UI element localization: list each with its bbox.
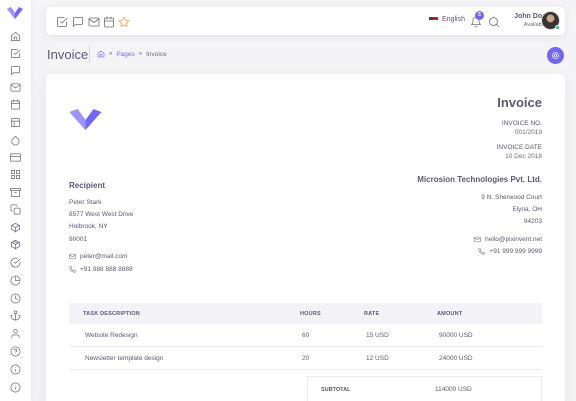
invoice-number: 001/2019 xyxy=(514,129,542,136)
settings-button[interactable] xyxy=(547,47,564,64)
mail-icon[interactable] xyxy=(9,81,21,93)
breadcrumb: » Pages » Invoice xyxy=(97,50,167,58)
sidebar xyxy=(0,0,31,401)
chat-shortcut-icon[interactable] xyxy=(72,15,84,27)
subtotal-row: SUBTOTAL 114000 USD xyxy=(307,376,542,401)
page-title: Invoice xyxy=(47,47,89,62)
subtotal-value: 114000 USD xyxy=(435,386,472,393)
message-square-icon[interactable] xyxy=(9,64,21,76)
task-amount: 90000 USD xyxy=(439,332,473,339)
phone-icon xyxy=(478,248,486,255)
task-hours: 60 xyxy=(302,332,310,339)
recipient-email-text: peter@mail.com xyxy=(80,253,128,260)
recipient-email: peter@mail.com xyxy=(69,253,127,260)
subtotal-label: SUBTOTAL xyxy=(321,387,351,393)
gear-icon xyxy=(552,52,559,59)
recipient-street: 8577 West West Drive xyxy=(69,211,134,218)
breadcrumb-divider xyxy=(89,45,90,63)
language-label: English xyxy=(442,16,465,23)
calendar-icon[interactable] xyxy=(9,98,21,110)
company-phone-text: +91 999 999 9999 xyxy=(489,248,542,255)
invoice-date-label: INVOICE DATE xyxy=(496,144,542,151)
online-status-dot xyxy=(555,25,560,30)
todo-shortcut-icon[interactable] xyxy=(56,15,68,27)
archive-icon[interactable] xyxy=(9,186,21,198)
phone-icon xyxy=(69,266,76,273)
calendar-shortcut-icon[interactable] xyxy=(103,15,115,28)
help-circle-icon[interactable] xyxy=(9,345,21,357)
task-rate: 12 USD xyxy=(366,355,389,362)
recipient-zip: 90001 xyxy=(69,236,88,243)
breadcrumb-separator-icon: » xyxy=(109,51,113,57)
clock-icon[interactable] xyxy=(9,292,21,304)
layout-icon[interactable] xyxy=(9,116,21,128)
copy-icon[interactable] xyxy=(9,203,21,215)
table-row: Website Redesign 60 15 USD 90000 USD xyxy=(69,324,542,347)
recipient-phone: +91 988 888 8888 xyxy=(69,266,133,273)
mail-shortcut-icon[interactable] xyxy=(88,15,100,27)
invoice-date: 10 Dec 2018 xyxy=(505,153,542,160)
invoice-card: Invoice INVOICE NO. 001/2019 INVOICE DAT… xyxy=(46,74,565,401)
recipient-heading: Recipient xyxy=(69,181,106,190)
info-icon[interactable] xyxy=(9,363,21,375)
company-name: Microsion Technologies Pvt. Ltd. xyxy=(417,175,542,184)
company-zip: 94203 xyxy=(523,218,542,225)
mail-icon xyxy=(69,253,76,260)
company-email-text: hello@pixinvent.net xyxy=(485,236,542,243)
company-street: 9 N. Sherwood Court xyxy=(481,194,542,201)
column-header-amount: AMOUNT xyxy=(437,311,463,317)
recipient-city: Holbrook, NY xyxy=(69,223,108,230)
task-hours: 20 xyxy=(302,355,310,362)
user-name[interactable]: John Doe xyxy=(506,13,546,20)
task-amount: 24000 USD xyxy=(439,355,473,362)
task-description: Newsletter template design xyxy=(85,355,164,362)
grid-icon[interactable] xyxy=(9,168,21,180)
brand-logo-icon[interactable] xyxy=(7,7,23,19)
mail-icon xyxy=(474,236,481,243)
breadcrumb-current: Invoice xyxy=(146,50,167,58)
task-description: Website Redesign xyxy=(85,332,138,339)
us-flag-icon xyxy=(429,16,438,23)
home-icon[interactable] xyxy=(9,30,21,42)
language-selector[interactable]: English xyxy=(429,16,465,23)
notification-badge: 5 xyxy=(475,11,484,20)
company-logo xyxy=(69,109,102,130)
star-icon[interactable] xyxy=(118,15,130,27)
column-header-task: TASK DESCRIPTION xyxy=(83,311,140,317)
pie-chart-icon[interactable] xyxy=(9,274,21,286)
credit-card-icon[interactable] xyxy=(9,151,21,163)
company-phone: +91 999 999 9999 xyxy=(478,248,542,255)
anchor-icon[interactable] xyxy=(9,309,21,321)
breadcrumb-link-pages[interactable]: Pages xyxy=(116,51,134,58)
invoice-number-label: INVOICE NO. xyxy=(501,120,542,127)
user-status: Available xyxy=(523,22,546,28)
table-row: Newsletter template design 20 12 USD 240… xyxy=(69,347,542,370)
table-header: TASK DESCRIPTION HOURS RATE AMOUNT xyxy=(69,303,542,324)
column-header-rate: RATE xyxy=(364,311,380,317)
invoice-title: Invoice xyxy=(497,95,542,110)
info-icon[interactable] xyxy=(9,381,21,393)
home-icon[interactable] xyxy=(97,50,105,58)
company-city: Elyria, OH xyxy=(512,206,542,213)
package-icon[interactable] xyxy=(9,238,21,250)
recipient-name: Peter Stark xyxy=(69,199,102,206)
search-icon[interactable] xyxy=(488,15,500,27)
user-icon[interactable] xyxy=(9,327,21,339)
droplet-icon[interactable] xyxy=(9,134,21,146)
column-header-hours: HOURS xyxy=(300,311,321,317)
recipient-phone-text: +91 988 888 8888 xyxy=(80,266,133,273)
box-icon[interactable] xyxy=(9,221,21,233)
breadcrumb-separator-icon: » xyxy=(138,51,143,57)
check-square-icon[interactable] xyxy=(9,47,21,59)
company-email: hello@pixinvent.net xyxy=(474,236,542,243)
top-navbar: English 5 John Doe Available xyxy=(46,7,565,35)
check-circle-icon[interactable] xyxy=(9,256,21,268)
task-rate: 15 USD xyxy=(366,332,389,339)
